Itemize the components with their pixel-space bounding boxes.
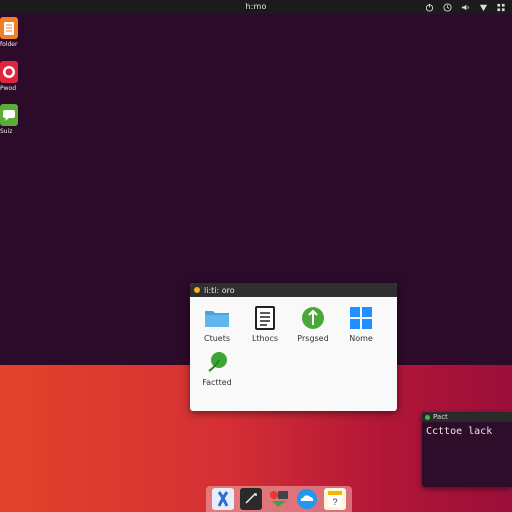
window-titlebar[interactable]: li:ti: oro [190,283,397,297]
clock-icon[interactable] [442,2,452,12]
terminal-icon[interactable] [240,488,262,510]
desktop-icon-label: Pwod [0,85,17,92]
folder-icon [204,305,230,331]
terminal-window[interactable]: Pact Ccttoe lack [422,412,512,487]
top-bar: h:mo [0,0,512,14]
desktop-icon-suiz[interactable]: Suiz [0,104,24,135]
system-menu-icon[interactable] [496,2,506,12]
green-leaf-icon [204,349,230,375]
desktop-icon-folder[interactable]: folder [0,17,24,48]
green-app-icon [300,305,326,331]
terminal-output[interactable]: Ccttoe lack [422,422,512,441]
document-icon [252,305,278,331]
grid-item-nome[interactable]: Nome [336,305,386,343]
notes-icon[interactable]: ? [324,488,346,510]
clock[interactable]: h:mo [245,2,266,11]
desktop-icon-label: folder [0,41,18,48]
grid-item-prsgsed[interactable]: Prsgsed [288,305,338,343]
file-manager-window[interactable]: li:ti: oro Ctuets Lthocs Prsgsed Nome Fa… [190,283,397,411]
grid-item-label: Lthocs [251,334,279,343]
grid-item-label: Factted [202,378,232,387]
notes-icon [0,17,18,39]
terminal-title: Pact [433,413,448,421]
apps-icon[interactable] [268,488,290,510]
windows-grid-icon [348,305,374,331]
dock: ? [206,486,352,512]
svg-text:?: ? [332,497,337,507]
chat-icon [0,104,18,126]
grid-item-label: Prsgsed [297,334,329,343]
grid-item-label: Nome [349,334,373,343]
window-control-icon[interactable] [425,414,430,420]
window-title: li:ti: oro [204,285,235,295]
grid-item-factted[interactable]: Factted [192,349,242,387]
desktop-icon-label: Suiz [0,128,13,135]
volume-icon[interactable] [460,2,470,12]
media-icon [0,61,18,83]
settings-icon[interactable] [212,488,234,510]
cloud-icon[interactable] [296,488,318,510]
system-tray [424,2,506,12]
grid-item-label: Ctuets [203,334,231,343]
power-icon[interactable] [424,2,434,12]
desktop-icon-pwod[interactable]: Pwod [0,61,24,92]
grid-item-ctuets[interactable]: Ctuets [192,305,242,343]
network-icon[interactable] [478,2,488,12]
terminal-titlebar[interactable]: Pact [422,412,512,422]
file-grid: Ctuets Lthocs Prsgsed Nome Factted [190,297,397,411]
grid-item-lthocs[interactable]: Lthocs [240,305,290,343]
window-control-icon[interactable] [194,287,200,293]
